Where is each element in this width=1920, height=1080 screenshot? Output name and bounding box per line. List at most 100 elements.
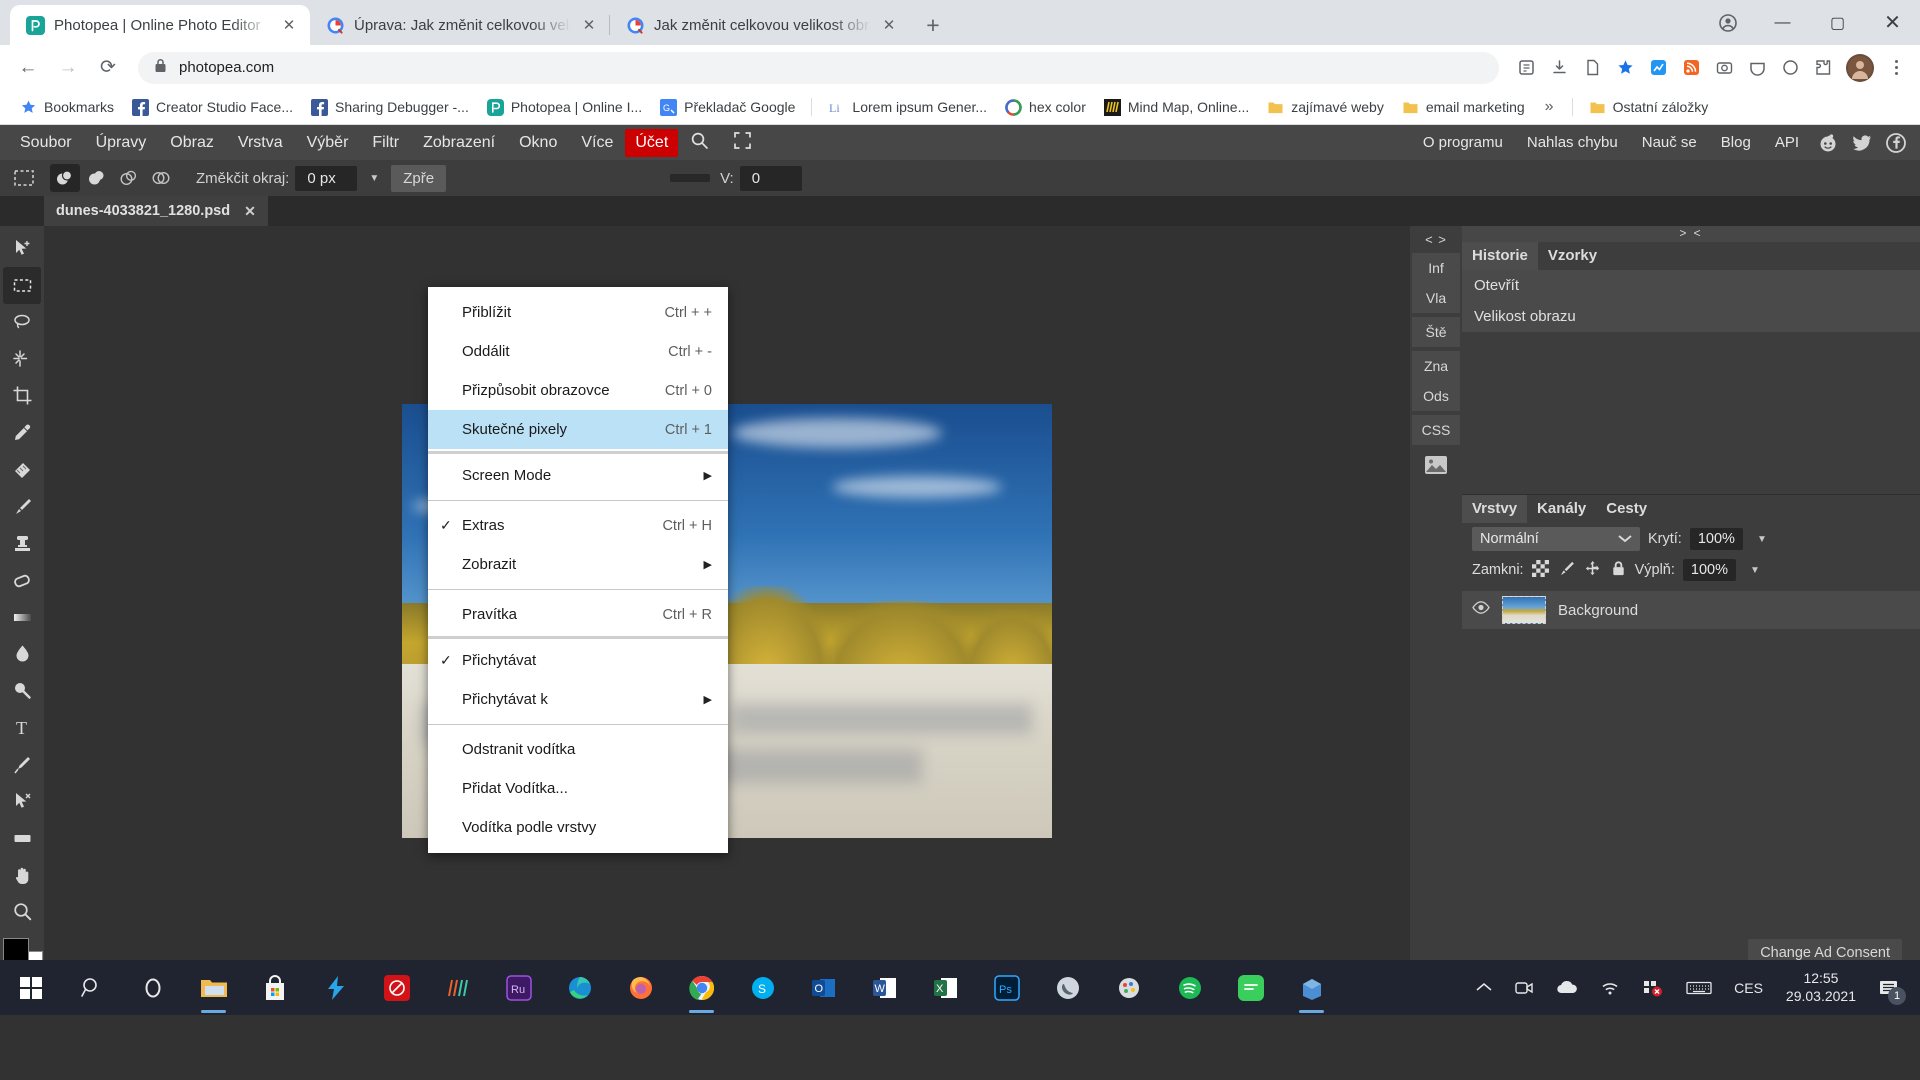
menu-item-oddalit[interactable]: Oddálit Ctrl + - (428, 332, 728, 371)
feather-input[interactable]: 0 px (295, 165, 358, 191)
history-entry[interactable]: Velikost obrazu (1462, 301, 1920, 332)
maximize-button[interactable]: ▢ (1810, 0, 1865, 45)
menu-item-prizpusobit-obrazovce[interactable]: Přizpůsobit obrazovce Ctrl + 0 (428, 371, 728, 410)
menu-item-pridat-voditka[interactable]: Přidat Vodítka... (428, 769, 728, 808)
hand-tool-icon[interactable] (3, 857, 41, 894)
menu-item-odstranit-voditka[interactable]: Odstranit vodítka (428, 730, 728, 769)
reddit-icon[interactable] (1815, 130, 1841, 156)
layer-row[interactable]: Background (1462, 591, 1920, 629)
brush-tool-icon[interactable] (3, 488, 41, 525)
collapse-panel-button[interactable]: > < (1462, 226, 1920, 242)
bookmark-item[interactable]: Creator Studio Face... (124, 95, 301, 120)
close-icon[interactable]: ✕ (580, 16, 598, 34)
adobe-premiere-rush-icon[interactable] (427, 960, 488, 1015)
lasso-tool-icon[interactable] (3, 304, 41, 341)
tab-vrstvy[interactable]: Vrstvy (1462, 495, 1528, 523)
bookmark-item[interactable]: Photopea | Online I... (479, 95, 650, 120)
patch-tool-icon[interactable] (3, 451, 41, 488)
fullscreen-icon[interactable] (721, 125, 764, 161)
address-bar[interactable]: photopea.com (138, 51, 1499, 84)
line-icon[interactable] (1220, 960, 1281, 1015)
path-select-tool-icon[interactable] (3, 783, 41, 820)
search-icon[interactable] (678, 125, 721, 161)
adobe-creative-cloud-icon[interactable] (366, 960, 427, 1015)
link-api[interactable]: API (1764, 128, 1810, 157)
menu-vyber[interactable]: Výběr (295, 128, 361, 158)
page-icon[interactable] (1577, 53, 1607, 83)
menu-soubor[interactable]: Soubor (8, 128, 84, 158)
dock-item-properties[interactable]: Vla (1412, 283, 1460, 313)
link-o-programu[interactable]: O programu (1412, 128, 1514, 157)
dock-item-paragraph[interactable]: Ods (1412, 381, 1460, 411)
adobe-rush-icon[interactable]: Ru (488, 960, 549, 1015)
menu-item-pravitka[interactable]: Pravítka Ctrl + R (428, 595, 728, 634)
pen-tool-icon[interactable] (3, 746, 41, 783)
menu-vice[interactable]: Více (569, 128, 625, 158)
clock[interactable]: 12:55 29.03.2021 (1774, 970, 1868, 1005)
bookmark-item[interactable]: Sharing Debugger -... (303, 95, 477, 120)
menu-zobrazeni[interactable]: Zobrazení (411, 128, 507, 158)
style-button[interactable]: Zpře (391, 164, 447, 192)
clone-stamp-tool-icon[interactable] (3, 525, 41, 562)
zoom-tool-icon[interactable] (3, 893, 41, 930)
document-tab[interactable]: dunes-4033821_1280.psd ✕ (44, 196, 268, 226)
menu-item-zobrazit[interactable]: Zobrazit ▶ (428, 545, 728, 584)
gradient-tool-icon[interactable] (3, 599, 41, 636)
link-blog[interactable]: Blog (1710, 128, 1762, 157)
pocket-extension-icon[interactable] (1742, 53, 1772, 83)
notifications-icon[interactable]: 1 (1868, 960, 1914, 1015)
bookmark-folder[interactable]: zajímavé weby (1259, 95, 1392, 120)
avatar[interactable] (1846, 53, 1874, 82)
chrome-menu-button[interactable] (1882, 60, 1910, 75)
tab-historie[interactable]: Historie (1462, 242, 1538, 270)
tab-kanaly[interactable]: Kanály (1527, 495, 1596, 523)
windows-start-icon[interactable] (0, 960, 61, 1015)
close-icon[interactable]: ✕ (244, 203, 256, 220)
bookmark-item[interactable]: Li Lorem ipsum Gener... (820, 95, 995, 120)
type-tool-icon[interactable]: T (3, 709, 41, 746)
blend-mode-select[interactable]: Normální (1472, 527, 1640, 551)
keyboard-tray-icon[interactable] (1675, 960, 1723, 1015)
link-nauc-se[interactable]: Nauč se (1631, 128, 1708, 157)
menu-item-skutecne-pixely[interactable]: Skutečné pixely Ctrl + 1 (428, 410, 728, 449)
other-bookmarks-folder[interactable]: Ostatní záložky (1581, 95, 1717, 120)
lock-pixels-icon[interactable] (1558, 560, 1575, 581)
firefox-icon[interactable] (610, 960, 671, 1015)
menu-item-prichytavat-k[interactable]: Přichytávat k ▶ (428, 680, 728, 719)
browser-tab-2[interactable]: Jak změnit celkovou velikost obra ✕ (609, 5, 910, 45)
crop-tool-icon[interactable] (3, 377, 41, 414)
menu-item-extras[interactable]: ✓ Extras Ctrl + H (428, 506, 728, 545)
teams-icon[interactable] (1281, 960, 1342, 1015)
google-chrome-icon[interactable] (671, 960, 732, 1015)
menu-item-prichytavat[interactable]: ✓ Přichytávat (428, 641, 728, 680)
menu-vrstva[interactable]: Vrstva (226, 128, 295, 158)
move-tool-icon[interactable] (3, 230, 41, 267)
history-entry[interactable]: Otevřít (1462, 270, 1920, 301)
file-explorer-icon[interactable] (183, 960, 244, 1015)
menu-obraz[interactable]: Obraz (158, 128, 226, 158)
wifi-tray-icon[interactable] (1589, 960, 1631, 1015)
minimize-button[interactable]: — (1755, 0, 1810, 45)
camera-tray-icon[interactable] (1503, 960, 1545, 1015)
circle-extension-icon[interactable] (1775, 53, 1805, 83)
onedrive-tray-icon[interactable] (1545, 960, 1589, 1015)
chevron-down-icon[interactable]: ▼ (1744, 565, 1766, 576)
close-icon[interactable]: ✕ (280, 16, 298, 34)
bookmark-star-icon[interactable] (1610, 53, 1640, 83)
v-input[interactable]: 0 (739, 165, 802, 191)
shape-tool-icon[interactable] (3, 820, 41, 857)
facebook-icon[interactable] (1883, 130, 1909, 156)
spotify-icon[interactable] (1159, 960, 1220, 1015)
rss-extension-icon[interactable] (1676, 53, 1706, 83)
menu-upravy[interactable]: Úpravy (84, 128, 159, 158)
photoshop-icon[interactable]: Ps (976, 960, 1037, 1015)
reading-list-icon[interactable] (1511, 53, 1541, 83)
link-nahlas-chybu[interactable]: Nahlas chybu (1516, 128, 1629, 157)
browser-tab-1[interactable]: Úprava: Jak změnit celkovou veli ✕ (310, 5, 610, 45)
chevron-down-icon[interactable]: ▼ (1751, 534, 1773, 545)
eyedropper-tool-icon[interactable] (3, 414, 41, 451)
menu-filtr[interactable]: Filtr (360, 128, 411, 158)
opacity-input[interactable]: 100% (1689, 528, 1743, 550)
blur-tool-icon[interactable] (3, 635, 41, 672)
dock-item-css[interactable]: CSS (1412, 415, 1460, 445)
